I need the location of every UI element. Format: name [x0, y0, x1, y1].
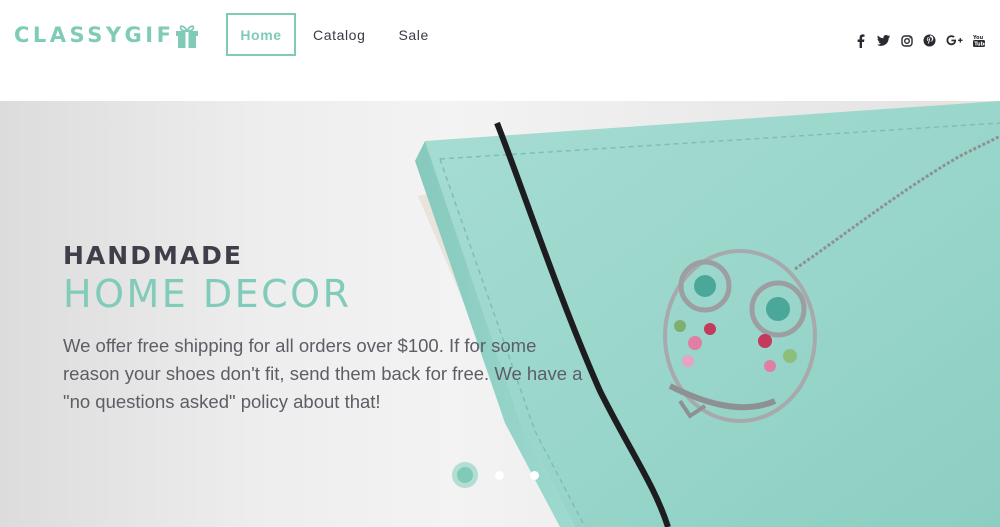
gift-icon [175, 23, 199, 48]
nav-sale[interactable]: Sale [398, 13, 428, 56]
nav-catalog[interactable]: Catalog [313, 13, 365, 56]
facebook-icon[interactable] [853, 33, 868, 48]
nav-home[interactable]: Home [226, 13, 296, 56]
social-links: YouTube [845, 33, 986, 48]
slider-dot-1[interactable] [452, 462, 478, 488]
slider-dot-3[interactable] [530, 470, 539, 480]
youtube-icon[interactable]: YouTube [971, 33, 986, 48]
instagram-icon[interactable] [899, 33, 914, 48]
slider-pagination [452, 462, 539, 488]
hero-title-line2: HOME DECOR [63, 272, 352, 316]
pinterest-icon[interactable] [922, 33, 937, 48]
hero-text: HANDMADE HOME DECOR We offer free shippi… [63, 241, 623, 416]
site-header: CLASSYGIF Home Catalog Sale You Tub [0, 0, 1000, 101]
svg-text:Tube: Tube [974, 41, 985, 47]
slider-dot-2[interactable] [495, 470, 504, 480]
hero-title-line1: HANDMADE [63, 241, 244, 270]
main-nav: Home Catalog Sale [226, 13, 429, 56]
logo[interactable]: CLASSYGIF [14, 20, 199, 50]
google-plus-icon[interactable] [945, 33, 963, 48]
logo-text: CLASSYGIF [14, 23, 175, 47]
hero-slider: HANDMADE HOME DECOR We offer free shippi… [0, 101, 1000, 527]
twitter-icon[interactable] [876, 33, 891, 48]
hero-description: We offer free shipping for all orders ov… [63, 335, 583, 412]
